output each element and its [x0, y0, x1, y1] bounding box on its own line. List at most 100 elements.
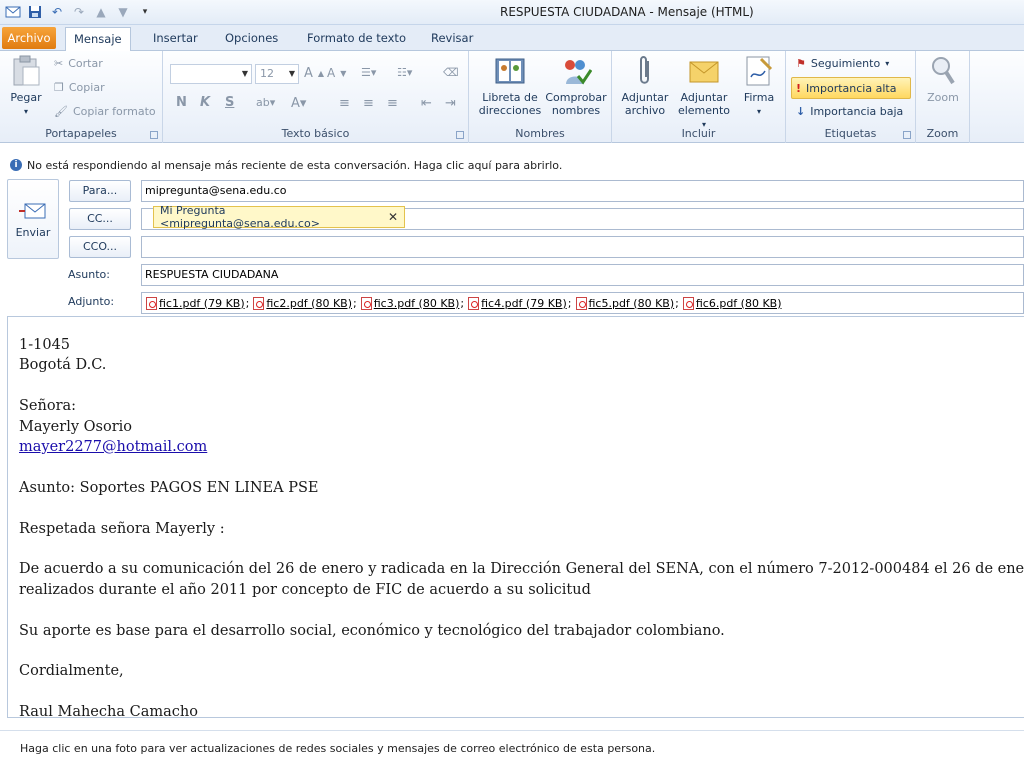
attachment-item[interactable]: fic3.pdf (80 KB) [360, 296, 459, 310]
zoom-button[interactable]: Zoom [922, 55, 964, 104]
scissors-icon: ✂ [54, 57, 64, 70]
align-left-button[interactable]: ≡ [339, 96, 350, 111]
align-center-button[interactable]: ≡ [363, 96, 374, 111]
group-etiquetas: ⚑ Seguimiento ▾ ! Importancia alta ↓ Importa… [786, 51, 916, 143]
low-importance-button[interactable]: ↓ Importancia baja [796, 105, 903, 118]
info-icon: i [10, 159, 22, 171]
tab-formato-texto[interactable]: Formato de texto [299, 27, 414, 51]
dialog-launcher-icon[interactable] [456, 131, 464, 139]
tab-opciones[interactable]: Opciones [217, 27, 286, 51]
decrease-indent-button[interactable]: ⇤ [421, 96, 432, 111]
bullet-list-icon: ☰▾ [361, 66, 377, 79]
highlight-button[interactable]: ab▾ [256, 96, 275, 109]
message-body[interactable]: 1-1045 Bogotá D.C. Señora: Mayerly Osori… [19, 335, 1024, 717]
cc-button[interactable]: CC... [69, 208, 131, 230]
attachment-item[interactable]: fic1.pdf (79 KB) [146, 296, 245, 310]
align-right-icon: ≡ [387, 96, 398, 111]
grow-font-button[interactable]: A ▲ [304, 66, 324, 81]
customize-toolbar-icon[interactable]: ▾ [136, 3, 154, 21]
tab-archivo[interactable]: Archivo [2, 27, 56, 49]
body-line: 1-1045 [19, 337, 71, 353]
to-button[interactable]: Para... [69, 180, 131, 202]
underline-button[interactable]: S [225, 95, 234, 110]
pdf-icon [360, 296, 372, 310]
undo-icon[interactable]: ↶ [48, 3, 66, 21]
font-name-dropdown[interactable]: ▼ [170, 64, 252, 84]
tab-insertar[interactable]: Insertar [145, 27, 206, 51]
attachment-item[interactable]: fic4.pdf (79 KB) [468, 296, 567, 310]
conversation-info-bar[interactable]: i No está respondiendo al mensaje más re… [0, 154, 1024, 176]
signature-button[interactable]: Firma ▾ [736, 55, 782, 118]
bcc-field[interactable] [141, 236, 1024, 258]
body-line: Señora: [19, 398, 77, 415]
attach-file-button[interactable]: Adjuntar archivo [616, 55, 674, 117]
check-names-icon [560, 55, 592, 87]
group-texto-basico: ▼ 12 ▼ A ▲ A ▼ ☰▾ ☷▾ ⌫ N K S ab▾ A▾ ≡ ≡ ≡ ⇤… [163, 51, 469, 143]
shrink-font-button[interactable]: A ▼ [327, 66, 346, 80]
body-line: Cordialmente, [19, 663, 124, 680]
up-arrow-icon[interactable]: ▲ [92, 3, 110, 21]
flag-icon: ⚑ [796, 57, 806, 70]
paste-button[interactable]: Pegar ▾ [6, 55, 46, 118]
bcc-button[interactable]: CCO... [69, 236, 131, 258]
dialog-launcher-icon[interactable] [150, 131, 158, 139]
font-color-button[interactable]: A▾ [291, 96, 306, 111]
body-line: De acuerdo a su comunicación del 26 de e… [19, 561, 1024, 578]
autocomplete-suggestion[interactable]: Mi Pregunta <mipregunta@sena.edu.co> ✕ [153, 204, 405, 230]
down-arrow-icon[interactable]: ▼ [114, 3, 132, 21]
font-size-dropdown[interactable]: 12 ▼ [255, 64, 299, 84]
attachment-item[interactable]: fic5.pdf (80 KB) [575, 296, 674, 310]
tab-revisar[interactable]: Revisar [423, 27, 481, 51]
follow-up-button[interactable]: ⚑ Seguimiento ▾ [796, 57, 889, 70]
body-line: Bogotá D.C. [19, 357, 107, 374]
tab-mensaje[interactable]: Mensaje [65, 27, 131, 52]
social-connector-bar[interactable]: Haga clic en una foto para ver actualiza… [0, 730, 1024, 768]
group-portapapeles: Pegar ▾ ✂ Cortar ❐ Copiar 🖌 Copiar formato P… [0, 51, 163, 143]
subject-field[interactable]: RESPUESTA CIUDADANA [141, 264, 1024, 286]
bullets-button[interactable]: ☰▾ [361, 66, 376, 79]
send-envelope-icon [19, 202, 47, 220]
dialog-launcher-icon[interactable] [903, 131, 911, 139]
clear-format-button[interactable]: ⌫ [443, 66, 459, 79]
ribbon-tabs: Archivo Mensaje Insertar Opciones Format… [0, 25, 1024, 52]
copy-icon: ❐ [54, 81, 64, 94]
format-painter-button[interactable]: 🖌 Copiar formato [54, 105, 156, 118]
to-field[interactable]: mipregunta@sena.edu.co [141, 180, 1024, 202]
numbering-button[interactable]: ☷▾ [397, 66, 412, 79]
attachment-label: Adjunto: [68, 295, 115, 308]
group-zoom: Zoom Zoom [916, 51, 970, 143]
attachment-item[interactable]: fic6.pdf (80 KB) [682, 296, 782, 310]
group-incluir: Adjuntar archivo Adjuntar elemento▾ Firm… [612, 51, 786, 143]
body-line: realizados durante el año 2011 por conce… [19, 581, 591, 598]
body-line: Mayerly Osorio [19, 418, 132, 435]
copy-button[interactable]: ❐ Copiar [54, 81, 105, 94]
italic-button[interactable]: K [200, 95, 210, 110]
increase-indent-button[interactable]: ⇥ [445, 96, 456, 111]
address-book-button[interactable]: Libreta de direcciones [477, 55, 543, 117]
message-body-editor[interactable]: 1-1045 Bogotá D.C. Señora: Mayerly Osori… [7, 316, 1024, 718]
high-importance-button[interactable]: ! Importancia alta [791, 77, 911, 99]
attach-item-button[interactable]: Adjuntar elemento▾ [674, 55, 734, 131]
align-right-button[interactable]: ≡ [387, 96, 398, 111]
redo-icon[interactable]: ↷ [70, 3, 88, 21]
save-icon[interactable] [26, 3, 44, 21]
close-icon[interactable]: ✕ [388, 210, 398, 224]
body-line: Asunto: Soportes PAGOS EN LINEA PSE [19, 479, 319, 496]
decrease-indent-icon: ⇤ [421, 96, 432, 111]
chevron-down-icon: ▾ [756, 107, 761, 116]
check-names-button[interactable]: Comprobar nombres [543, 55, 609, 117]
exclamation-icon: ! [796, 81, 802, 95]
numbered-list-icon: ☷▾ [397, 66, 413, 79]
outlook-app-icon[interactable] [4, 3, 22, 21]
recipient-email-link[interactable]: mayer2277@hotmail.com [19, 439, 207, 455]
attachment-item[interactable]: fic2.pdf (80 KB) [253, 296, 352, 310]
pdf-icon [146, 296, 157, 310]
signature-icon [743, 55, 775, 87]
cut-button[interactable]: ✂ Cortar [54, 57, 103, 70]
message-window: ↶ ↷ ▲ ▼ ▾ RESPUESTA CIUDADANA - Mensaje … [0, 0, 1024, 768]
pdf-icon [575, 296, 587, 310]
body-line: Su aporte es base para el desarrollo soc… [19, 622, 725, 639]
bold-button[interactable]: N [176, 95, 187, 110]
send-button[interactable]: Enviar [7, 179, 59, 259]
down-arrow-icon: ↓ [796, 105, 806, 118]
